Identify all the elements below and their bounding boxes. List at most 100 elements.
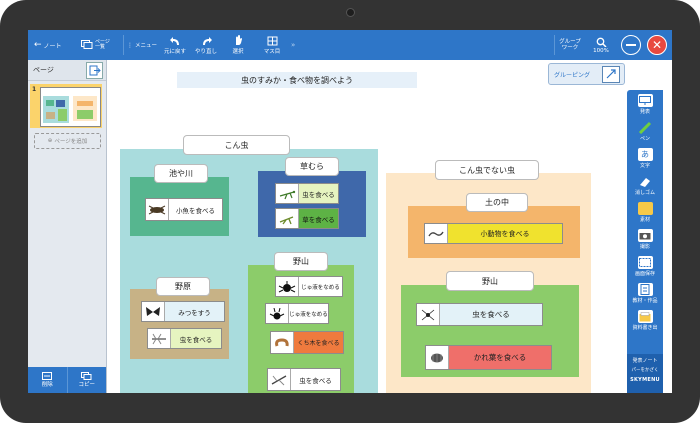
camera-tool[interactable]: 撮影 [629, 229, 661, 250]
page-panel-header: ページ [28, 60, 106, 81]
grouping-expand-icon [602, 66, 620, 83]
card-text: じゅ液をなめる [289, 311, 328, 318]
card-dragonfly-nohara[interactable]: 虫を食べる [147, 328, 222, 349]
subgroup-yama-not-konchu-label[interactable]: 野山 [446, 271, 534, 291]
masu-label: マス目 [263, 48, 281, 55]
dragonfly-icon [148, 329, 171, 348]
redo-button[interactable]: やり直し [195, 30, 217, 60]
butterfly-icon [142, 302, 165, 321]
subgroup-yama-konchu-label[interactable]: 野山 [274, 252, 328, 271]
note-label: ノート [43, 42, 62, 50]
pen-tool[interactable]: ペン [629, 121, 661, 142]
grouping-button[interactable]: グルーピング [548, 63, 625, 85]
stag-beetle-icon [266, 304, 289, 323]
card-pillbug[interactable]: かれ葉を食べる [425, 345, 552, 370]
subgroup-nohara-label[interactable]: 野原 [156, 277, 210, 296]
delete-label: 削除 [41, 382, 53, 388]
card-text: 小動物を食べる [448, 224, 562, 243]
page-list-button[interactable]: ページ 一覧 [81, 30, 110, 60]
card-text: 虫を食べる [299, 184, 338, 203]
group-not-konchu-label[interactable]: こん虫でない虫 [435, 160, 539, 180]
eraser-tool[interactable]: 消しゴム [629, 175, 661, 196]
menu-button[interactable]: ⋮ メニュー [127, 30, 157, 60]
group-work-button[interactable]: グループ ワーク [556, 30, 584, 60]
group-konchu-label[interactable]: こん虫 [183, 135, 290, 155]
card-grasshopper[interactable]: 草を食べる [275, 208, 339, 229]
card-larva[interactable]: くち木を食べる [270, 331, 344, 354]
card-text: 虫を食べる [171, 329, 221, 348]
chevron-right-icon: » [291, 41, 296, 49]
export-tool[interactable]: 資料書き出 [629, 310, 661, 331]
beetle-icon [276, 277, 299, 296]
brand-logo: SKYMENU [630, 377, 660, 383]
subgroup-ikegawa-label[interactable]: 池や川 [154, 164, 208, 183]
page-title[interactable]: 虫のすみか・食べ物を調べよう [177, 72, 417, 88]
card-spider[interactable]: 虫を食べる [416, 303, 543, 326]
subgroup-kusamura-label[interactable]: 草むら [285, 157, 339, 176]
present-tool[interactable]: 発表 [629, 94, 661, 115]
page-panel: ページ 1 ⊕ ページを追加 削除 コピー [28, 60, 107, 393]
card-earthworm[interactable]: 小動物を食べる [424, 223, 563, 244]
top-toolbar: ← ノート ページ 一覧 ⋮ メニュー 元に戻す やり直し 選択 マス目 » グ… [28, 30, 672, 60]
page-panel-footer: 削除 コピー [28, 367, 106, 393]
eraser-icon [638, 175, 653, 188]
add-page-button[interactable]: ⊕ ページを追加 [34, 133, 101, 149]
card-water-bug[interactable]: 小魚を食べる [145, 198, 223, 221]
screen-save-icon [637, 256, 653, 269]
page-thumbnail-preview [40, 87, 101, 127]
close-button[interactable]: ✕ [647, 35, 667, 55]
card-mantis[interactable]: 虫を食べる [275, 183, 339, 204]
camera-tool-icon [637, 229, 653, 242]
subgroup-tsuchi-label[interactable]: 土の中 [466, 193, 528, 212]
undo-icon [169, 36, 179, 45]
card-text: 虫を食べる [299, 376, 332, 385]
page-thumbnail-1[interactable]: 1 [30, 84, 102, 128]
zoom-button[interactable]: 100% [589, 30, 613, 60]
note-back-button[interactable]: ← ノート [34, 30, 62, 60]
present-note-label[interactable]: 発表ノート [627, 357, 663, 364]
card-text: くち木を食べる [294, 332, 343, 353]
screen-save-tool[interactable]: 画面保存 [629, 256, 661, 277]
back-arrow-icon: ← [34, 40, 42, 50]
copy-icon [81, 372, 92, 380]
card-dragonfly-yama[interactable]: 虫を食べる [267, 368, 341, 391]
delete-page-button[interactable]: 削除 [28, 367, 68, 393]
text-label: 文字 [639, 163, 650, 169]
card-beetle[interactable]: じゅ液をなめる [275, 276, 343, 297]
grasshopper-icon [276, 209, 299, 228]
card-text: 虫を食べる [440, 304, 542, 325]
export-icon [89, 65, 101, 76]
grid-icon [267, 36, 277, 45]
card-stag-beetle[interactable]: じゅ液をなめる [265, 303, 329, 324]
page-number: 1 [32, 86, 37, 93]
hand-icon [236, 35, 242, 45]
card-text: じゅ液をなめる [301, 284, 340, 291]
right-toolbar: 発表 ペン あ 文字 消しゴム 素材 撮影 画面保存 教材・作品 資料書き出 発… [627, 90, 663, 393]
text-tool[interactable]: あ 文字 [629, 148, 661, 169]
camera-label: 撮影 [639, 244, 650, 250]
works-icon [637, 283, 653, 296]
undo-label: 元に戻す [164, 48, 187, 55]
material-tool[interactable]: 素材 [629, 202, 661, 223]
group-work-label: グループ ワーク [559, 39, 581, 51]
export-page-button[interactable] [86, 62, 103, 79]
menu-dots-icon: ⋮ [127, 41, 133, 49]
masu-button[interactable]: マス目 [261, 30, 283, 60]
select-button[interactable]: 選択 [228, 30, 248, 60]
add-page-label: ページを追加 [54, 139, 88, 145]
menu-label: メニュー [135, 43, 158, 49]
pillbug-icon [426, 346, 449, 369]
present-label: 発表 [639, 109, 650, 115]
note-canvas[interactable]: 虫のすみか・食べ物を調べよう グルーピング こん虫 池や川 小魚を食べる 草むら [107, 60, 627, 393]
folder-icon [637, 202, 653, 215]
works-tool[interactable]: 教材・作品 [629, 283, 661, 304]
spider-icon [417, 304, 440, 325]
card-butterfly[interactable]: みつをすう [141, 301, 225, 322]
toolbar-more-button[interactable]: » [291, 30, 295, 60]
zoom-label: 100% [593, 47, 609, 54]
copy-page-button[interactable]: コピー [68, 367, 107, 393]
redo-icon [202, 36, 212, 45]
tablet-frame: ← ノート ページ 一覧 ⋮ メニュー 元に戻す やり直し 選択 マス目 » グ… [0, 0, 700, 423]
undo-button[interactable]: 元に戻す [164, 30, 186, 60]
minimize-button[interactable] [621, 35, 641, 55]
